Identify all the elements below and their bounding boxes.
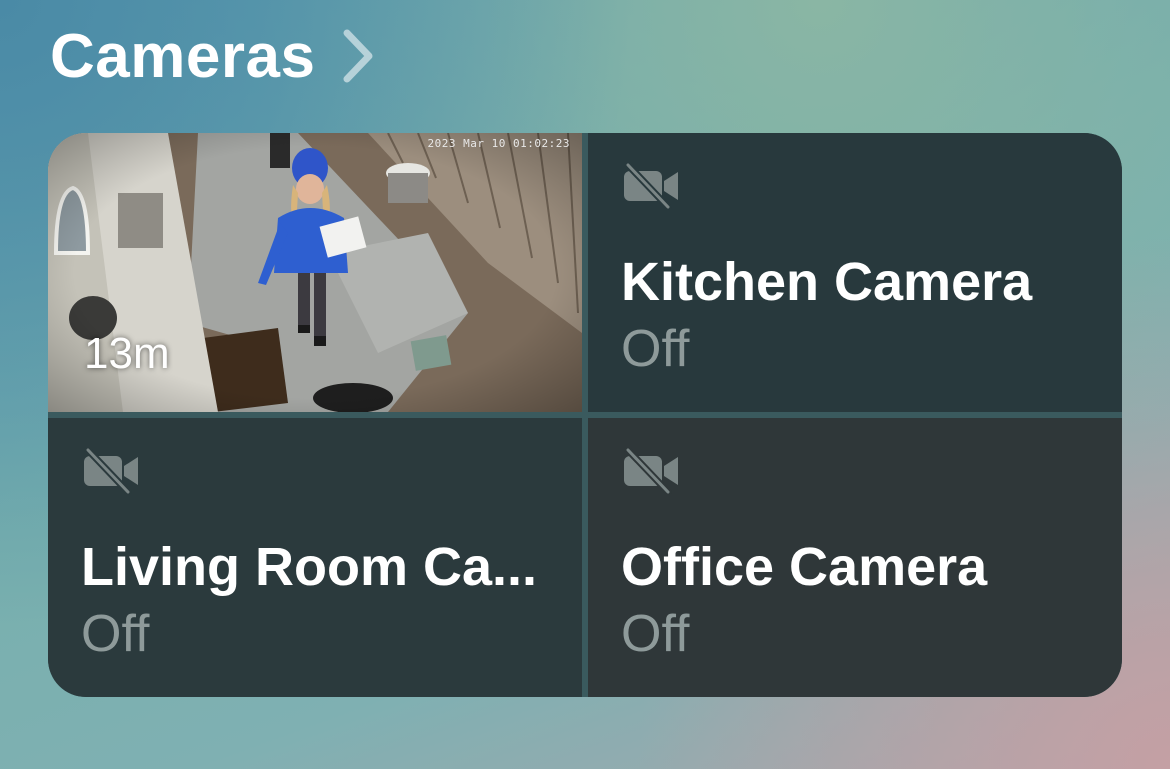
section-title: Cameras: [50, 21, 316, 91]
camera-tile-living-room[interactable]: Living Room Ca... Off: [48, 418, 582, 697]
camera-status: Off: [81, 605, 150, 663]
camera-tile-office[interactable]: Office Camera Off: [588, 418, 1122, 697]
camera-off-icon: [624, 448, 678, 494]
snapshot-age-label: 13m: [84, 329, 170, 378]
camera-tile-front[interactable]: 2023 Mar 10 01:02:23 13m: [48, 133, 582, 412]
snapshot-timestamp: 2023 Mar 10 01:02:23: [427, 137, 570, 150]
camera-off-icon: [84, 448, 138, 494]
chevron-right-icon: [343, 29, 373, 83]
camera-name: Office Camera: [621, 537, 988, 597]
camera-name: Living Room Ca...: [81, 537, 538, 597]
cameras-section-header[interactable]: Cameras: [50, 20, 375, 92]
camera-name: Kitchen Camera: [621, 252, 1033, 312]
camera-tile-kitchen[interactable]: Kitchen Camera Off: [588, 133, 1122, 412]
camera-grid: 2023 Mar 10 01:02:23 13m Kitchen Camera …: [48, 133, 1122, 697]
camera-status: Off: [621, 605, 690, 663]
camera-status: Off: [621, 320, 690, 378]
camera-off-icon: [624, 163, 678, 209]
